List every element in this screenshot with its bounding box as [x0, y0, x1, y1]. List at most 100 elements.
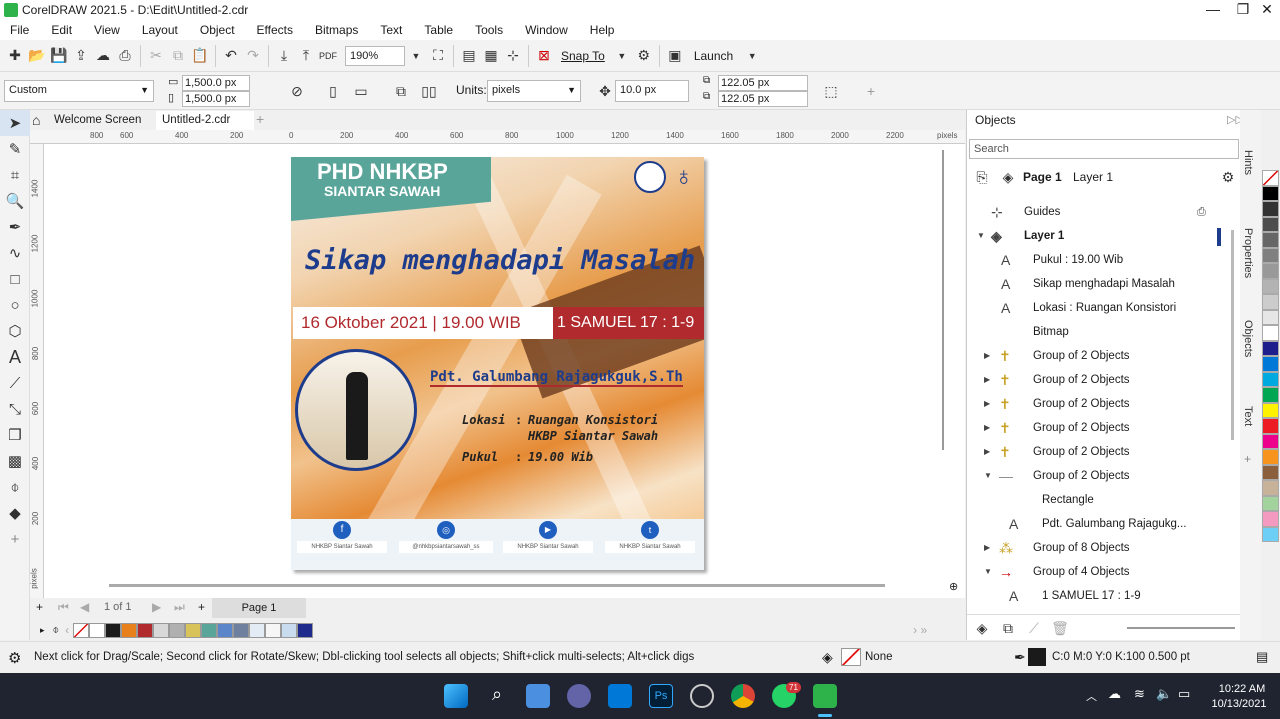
duplicate-x-field[interactable]: 122.05 px	[718, 75, 808, 91]
rectangle-tool-icon[interactable]: □	[0, 266, 30, 292]
redo-icon[interactable]: ↷	[242, 45, 264, 67]
palette-swatch[interactable]	[105, 622, 122, 638]
launch-dropdown-icon[interactable]: ▼	[741, 45, 763, 67]
coreldraw-taskbar-icon[interactable]	[813, 684, 837, 708]
color-swatch[interactable]	[1262, 495, 1279, 511]
outline-swatch[interactable]	[1028, 648, 1046, 666]
pick-tool-icon[interactable]: ➤	[0, 110, 30, 136]
color-swatch[interactable]	[1262, 387, 1279, 403]
color-swatch[interactable]	[1262, 480, 1279, 496]
object-row[interactable]: ▶ ✝ Group of 2 Objects	[967, 392, 1227, 416]
width-field[interactable]: 1,500.0 px	[182, 75, 250, 91]
palette-swatch[interactable]	[137, 622, 154, 638]
palette-swatch[interactable]	[281, 622, 298, 638]
color-swatch[interactable]	[1262, 356, 1279, 372]
page-border-icon[interactable]: ⬚	[820, 80, 842, 102]
tab-properties[interactable]: Properties	[1242, 228, 1254, 278]
close-icon[interactable]: ✕	[1252, 0, 1280, 20]
menu-edit[interactable]: Edit	[51, 23, 72, 37]
delete-icon[interactable]: 🗑	[1049, 617, 1071, 639]
object-row[interactable]: A Pdt. Galumbang Rajagukg...	[967, 512, 1227, 536]
color-swatch[interactable]	[1262, 511, 1279, 527]
color-swatch[interactable]	[1262, 418, 1279, 434]
object-row[interactable]: ⊹ Guides ⎙	[967, 200, 1227, 224]
text-tool-icon[interactable]: A	[0, 344, 30, 370]
print-icon[interactable]: ⎙	[114, 45, 136, 67]
palette-swatch[interactable]	[265, 622, 282, 638]
color-swatch[interactable]	[1262, 278, 1279, 294]
clock-date[interactable]: 10/13/2021	[1206, 698, 1272, 710]
add-page-icon[interactable]: +	[36, 600, 43, 614]
horizontal-scrollbar[interactable]	[109, 584, 885, 587]
menu-view[interactable]: View	[94, 23, 120, 37]
thumbnail-size-slider[interactable]	[1127, 627, 1235, 629]
outline-pen-icon[interactable]: ✒	[1014, 649, 1026, 666]
zoom-input[interactable]: 190%	[345, 45, 405, 66]
palette-swatch[interactable]	[185, 622, 202, 638]
preset-select[interactable]: Custom ▼	[4, 80, 154, 102]
lock-ratio-icon[interactable]: ⊘	[286, 80, 308, 102]
tab-objects[interactable]: Objects	[1242, 320, 1254, 357]
color-swatch[interactable]	[1262, 309, 1279, 325]
minimize-icon[interactable]: —	[1198, 0, 1228, 20]
no-color-swatch[interactable]	[73, 622, 90, 638]
launch-button[interactable]: Launch	[694, 49, 733, 63]
palette-scroll-right-icon[interactable]: › »	[913, 623, 927, 637]
palette-swatch[interactable]	[153, 622, 170, 638]
object-row[interactable]: A Pukul : 19.00 Wib	[967, 248, 1227, 272]
palette-swatch[interactable]	[249, 622, 266, 638]
no-color-swatch[interactable]	[1262, 170, 1279, 186]
landscape-icon[interactable]: ▭	[350, 80, 372, 102]
object-row[interactable]: ▶ ✝ Group of 2 Objects	[967, 416, 1227, 440]
palette-swatch[interactable]	[217, 622, 234, 638]
photoshop-icon[interactable]: Ps	[649, 684, 673, 708]
object-row[interactable]: ▼ — Group of 2 Objects	[967, 464, 1227, 488]
rulers-icon[interactable]: ▤	[458, 45, 480, 67]
tab-hints[interactable]: Hints	[1242, 150, 1254, 175]
zoom-tool-icon[interactable]: 🔍	[0, 188, 30, 214]
pdf-icon[interactable]: PDF	[317, 45, 339, 67]
object-row[interactable]: ▼ ◈ Layer 1	[967, 224, 1227, 248]
cloud-icon[interactable]: ☁	[92, 45, 114, 67]
color-swatch[interactable]	[1262, 526, 1279, 542]
onedrive-icon[interactable]: ☁	[1108, 686, 1121, 702]
tab-text[interactable]: Text	[1242, 406, 1254, 426]
add-tool-icon[interactable]: +	[0, 526, 30, 552]
snap-dropdown-icon[interactable]: ▼	[611, 45, 633, 67]
zoom-fit-icon[interactable]: ⊕	[949, 580, 958, 593]
upload-icon[interactable]: ⇪	[70, 45, 92, 67]
object-row[interactable]: ▶ ✝ Group of 2 Objects	[967, 368, 1227, 392]
artistic-media-icon[interactable]: ∿	[0, 240, 30, 266]
color-swatch[interactable]	[1262, 216, 1279, 232]
object-row[interactable]: ▶ ✝ Group of 2 Objects	[967, 440, 1227, 464]
export-icon[interactable]: ⤒	[295, 45, 317, 67]
ellipse-tool-icon[interactable]: ○	[0, 292, 30, 318]
palette-swatch[interactable]	[297, 622, 314, 638]
parallel-dimension-icon[interactable]: ⟋	[0, 370, 30, 396]
fill-icon[interactable]: ◈	[822, 649, 833, 666]
paste-icon[interactable]: 📋	[189, 45, 211, 67]
object-row[interactable]: ▼ → Group of 4 Objects	[967, 560, 1227, 584]
objects-search-input[interactable]: Search	[969, 139, 1239, 159]
color-manage-icon[interactable]: ▤	[1256, 649, 1268, 665]
interactive-fill-icon[interactable]: ◆	[0, 500, 30, 526]
palette-expand-icon[interactable]: ▸	[40, 625, 45, 636]
color-swatch[interactable]	[1262, 402, 1279, 418]
vertical-scrollbar[interactable]	[942, 150, 944, 450]
snap-to-button[interactable]: Snap To	[561, 49, 605, 63]
page-tab-1[interactable]: Page 1	[212, 598, 306, 618]
transparency-icon[interactable]: ▩	[0, 448, 30, 474]
options-gear-icon[interactable]: ⚙	[633, 45, 655, 67]
guidelines-icon[interactable]: ⊹	[502, 45, 524, 67]
color-swatch[interactable]	[1262, 232, 1279, 248]
palette-swatch[interactable]	[201, 622, 218, 638]
next-page-icon[interactable]: ▶	[152, 600, 161, 614]
connector-tool-icon[interactable]: ⤡	[0, 396, 30, 422]
color-swatch[interactable]	[1262, 340, 1279, 356]
camera-app-icon[interactable]	[690, 684, 714, 708]
current-page-icon[interactable]: ▯▯	[418, 80, 440, 102]
save-icon[interactable]: 💾	[48, 45, 70, 67]
chat-icon[interactable]	[567, 684, 591, 708]
units-select[interactable]: pixels ▼	[487, 80, 581, 102]
tab-untitled-2[interactable]: Untitled-2.cdr	[156, 111, 254, 130]
